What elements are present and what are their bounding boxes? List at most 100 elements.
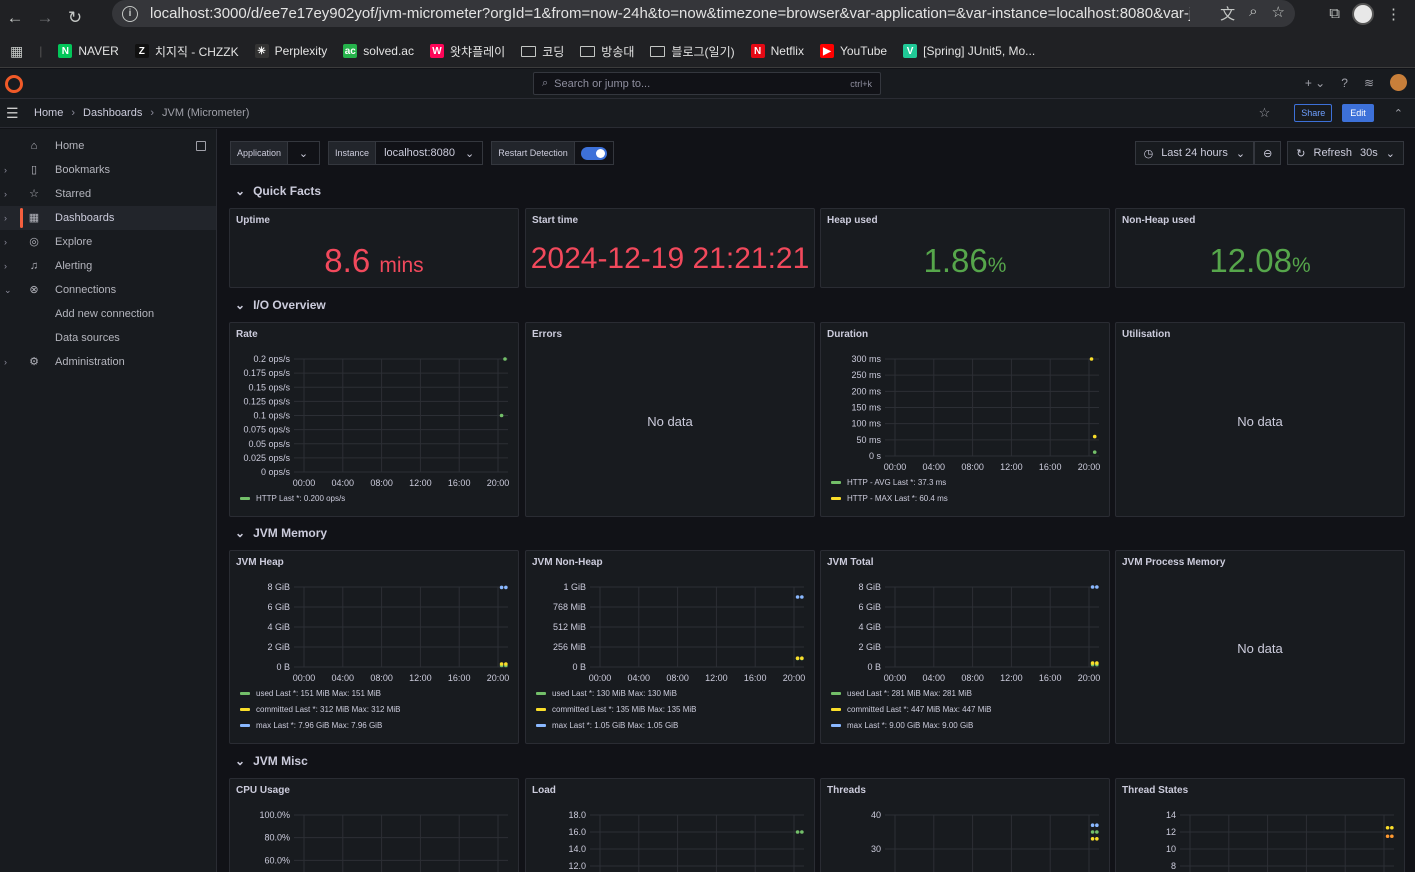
legend-item[interactable]: max Last *: 1.05 GiB Max: 1.05 GiB xyxy=(536,721,678,730)
translate-icon[interactable]: 文 xyxy=(1220,3,1235,24)
legend-item[interactable]: HTTP Last *: 0.200 ops/s xyxy=(240,494,345,503)
zoom-icon[interactable]: ⌕ xyxy=(1249,3,1257,24)
news-icon[interactable]: ≋ xyxy=(1364,76,1374,90)
legend-swatch xyxy=(831,724,841,727)
x-tick-label: 12:00 xyxy=(1000,462,1023,472)
expand-arrow-icon[interactable]: › xyxy=(4,237,7,247)
apps-icon[interactable]: ▦ xyxy=(10,43,23,60)
breadcrumb-bar: ☰ Home › Dashboards › JVM (Micrometer) ☆… xyxy=(0,99,1415,128)
extensions-icon[interactable]: ⧉ xyxy=(1329,5,1340,22)
row-quick-facts[interactable]: ⌄ Quick Facts xyxy=(235,184,321,198)
sidebar-item-administration[interactable]: › ⚙ Administration xyxy=(0,350,216,374)
sidebar-item-label: Bookmarks xyxy=(55,164,111,176)
menu-icon[interactable]: ⋮ xyxy=(1386,5,1401,23)
forward-icon[interactable]: → xyxy=(30,3,60,33)
restart-detection-toggle[interactable] xyxy=(580,146,607,160)
reload-icon[interactable]: ↻ xyxy=(60,3,90,33)
user-avatar[interactable] xyxy=(1390,74,1407,91)
shortcut-hint: ctrl+k xyxy=(850,78,872,89)
bookmark-item[interactable]: ac solved.ac xyxy=(343,44,414,58)
collapse-icon[interactable]: ⌃ xyxy=(1394,107,1403,120)
profile-avatar[interactable] xyxy=(1352,2,1374,25)
menu-toggle-icon[interactable]: ☰ xyxy=(6,105,20,122)
bookmark-star-icon[interactable]: ☆ xyxy=(1272,3,1285,24)
application-select[interactable]: ⌄ xyxy=(288,141,321,165)
expand-arrow-icon[interactable]: ⌄ xyxy=(4,285,12,296)
refresh-interval-select[interactable]: 30s xyxy=(1360,147,1378,159)
x-tick-label: 12:00 xyxy=(705,673,728,683)
breadcrumb-home[interactable]: Home xyxy=(34,107,63,119)
legend-item[interactable]: used Last *: 281 MiB Max: 281 MiB xyxy=(831,689,972,698)
search-input[interactable]: ⌕ Search or jump to... ctrl+k xyxy=(533,72,881,95)
x-tick-label: 00:00 xyxy=(293,478,316,488)
sidebar-item-starred[interactable]: › ☆ Starred xyxy=(0,182,216,206)
sidebar: ⌂ Home › ▯ Bookmarks › ☆ Starred › ▦ Dashboards › ◎ E… xyxy=(0,129,217,872)
bookmark-item[interactable]: N Netflix xyxy=(750,44,804,58)
star-dashboard-icon[interactable]: ☆ xyxy=(1259,105,1271,121)
bookmark-item[interactable]: V [Spring] JUnit5, Mo... xyxy=(903,44,1035,58)
expand-arrow-icon[interactable]: › xyxy=(4,189,7,199)
edit-button[interactable]: Edit xyxy=(1342,104,1374,122)
sidebar-item-dashboards[interactable]: › ▦ Dashboards xyxy=(0,206,216,230)
x-tick-label: 04:00 xyxy=(923,462,946,472)
grafana-logo-icon[interactable] xyxy=(5,75,23,93)
help-icon[interactable]: ? xyxy=(1341,76,1348,90)
row-jvm-memory[interactable]: ⌄ JVM Memory xyxy=(235,526,327,540)
legend-item[interactable]: max Last *: 9.00 GiB Max: 9.00 GiB xyxy=(831,721,973,730)
expand-arrow-icon[interactable]: › xyxy=(4,261,7,271)
zoom-out-button[interactable]: ⊖ xyxy=(1254,141,1282,165)
bookmark-item[interactable]: Z 치지직 - CHZZK xyxy=(134,43,239,60)
duration-chart: 300 ms 250 ms 200 ms 150 ms 100 ms 50 ms 0 s00… xyxy=(851,354,1100,472)
site-info-icon[interactable]: i xyxy=(122,5,138,22)
legend-swatch xyxy=(831,481,841,484)
panel-heap-used: Heap used 1.86% xyxy=(820,208,1110,288)
legend-label: committed Last *: 312 MiB Max: 312 MiB xyxy=(256,705,401,714)
legend-item[interactable]: committed Last *: 312 MiB Max: 312 MiB xyxy=(240,705,401,714)
sidebar-item-data-sources[interactable]: Data sources xyxy=(0,326,216,350)
time-range-picker[interactable]: ◷ Last 24 hours ⌄ xyxy=(1134,141,1255,165)
legend-label: HTTP - AVG Last *: 37.3 ms xyxy=(847,478,947,487)
sidebar-item-label: Home xyxy=(55,140,85,152)
legend-item[interactable]: used Last *: 151 MiB Max: 151 MiB xyxy=(240,689,381,698)
url-text[interactable]: localhost:3000/d/ee7e17ey902yof/jvm-micr… xyxy=(150,5,1190,22)
sidebar-item-home[interactable]: ⌂ Home xyxy=(0,134,216,158)
expand-arrow-icon[interactable]: › xyxy=(4,165,7,175)
back-icon[interactable]: ← xyxy=(0,3,30,33)
bookmark-item[interactable]: N NAVER xyxy=(58,44,119,58)
sidebar-item-alerting[interactable]: › ♫ Alerting xyxy=(0,254,216,278)
legend-item[interactable]: max Last *: 7.96 GiB Max: 7.96 GiB xyxy=(240,721,382,730)
bookmark-label: 방송대 xyxy=(601,44,635,59)
row-jvm-misc[interactable]: ⌄ JVM Misc xyxy=(235,754,308,768)
legend-item[interactable]: used Last *: 130 MiB Max: 130 MiB xyxy=(536,689,677,698)
breadcrumb-dashboards[interactable]: Dashboards xyxy=(83,107,142,119)
address-bar[interactable]: i localhost:3000/d/ee7e17ey902yof/jvm-mi… xyxy=(112,0,1295,27)
sidebar-item-add-new-connection[interactable]: Add new connection xyxy=(0,302,216,326)
add-icon[interactable]: + ⌄ xyxy=(1305,76,1325,90)
row-io-overview[interactable]: ⌄ I/O Overview xyxy=(235,298,326,312)
sidebar-item-bookmarks[interactable]: › ▯ Bookmarks xyxy=(0,158,216,182)
legend-item[interactable]: HTTP - AVG Last *: 37.3 ms xyxy=(831,478,946,487)
bookmark-item[interactable]: ▶ YouTube xyxy=(819,44,887,58)
site-favicon-icon: Z xyxy=(134,44,149,58)
bookmark-item[interactable]: 코딩 xyxy=(521,43,564,60)
sidebar-item-connections[interactable]: ⌄ ⊗ Connections xyxy=(0,278,216,302)
bookmark-item[interactable]: 방송대 xyxy=(580,43,634,60)
legend-item[interactable]: HTTP - MAX Last *: 60.4 ms xyxy=(831,494,948,503)
y-tick-label: 8 GiB xyxy=(858,582,881,592)
expand-arrow-icon[interactable]: › xyxy=(4,213,7,223)
sidebar-item-explore[interactable]: › ◎ Explore xyxy=(0,230,216,254)
bookmark-item[interactable]: 블로그(일기) xyxy=(650,43,735,60)
x-tick-label: 12:00 xyxy=(1000,673,1023,683)
expand-arrow-icon[interactable]: › xyxy=(4,357,7,367)
refresh-button[interactable]: ↻ Refresh 30s ⌄ xyxy=(1287,141,1404,165)
breadcrumb-current: JVM (Micrometer) xyxy=(162,107,250,119)
share-button[interactable]: Share xyxy=(1294,104,1333,122)
legend-item[interactable]: committed Last *: 447 MiB Max: 447 MiB xyxy=(831,705,992,714)
legend-item[interactable]: committed Last *: 135 MiB Max: 135 MiB xyxy=(536,705,697,714)
data-point xyxy=(1090,837,1095,841)
instance-select[interactable]: localhost:8080 ⌄ xyxy=(376,141,484,165)
x-tick-label: 16:00 xyxy=(1039,673,1062,683)
bookmark-item[interactable]: W 왓챠플레이 xyxy=(429,43,505,60)
y-tick-label: 0.15 ops/s xyxy=(248,382,290,392)
bookmark-item[interactable]: ✳ Perplexity xyxy=(254,44,327,58)
